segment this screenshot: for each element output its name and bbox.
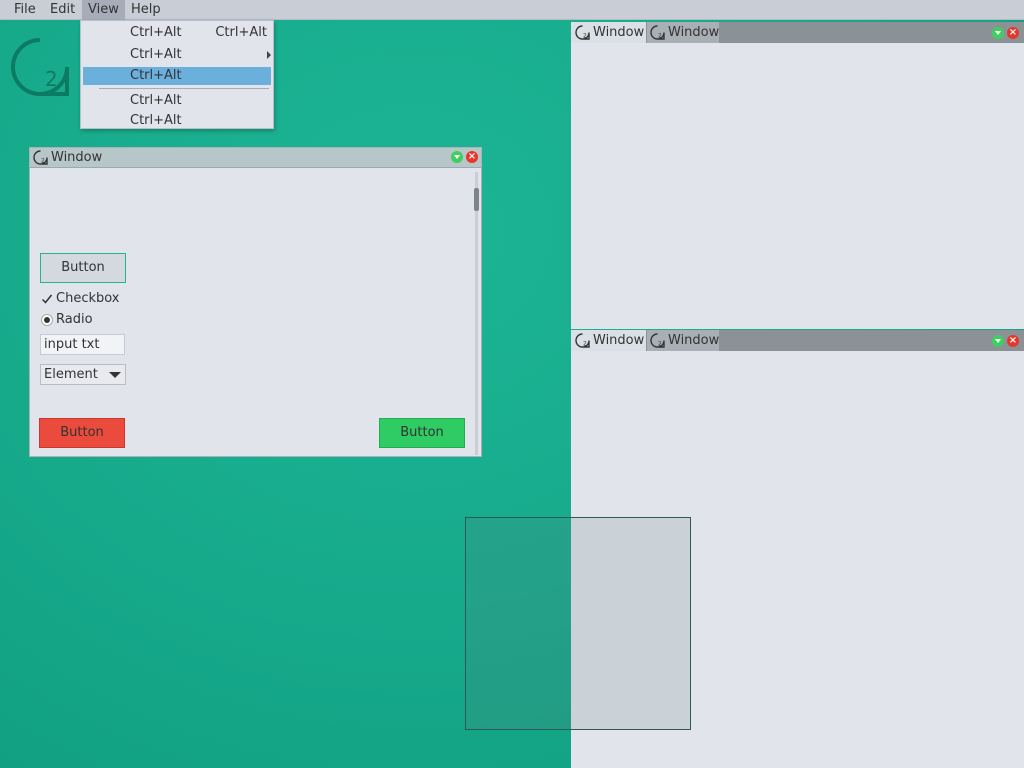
red-button[interactable]: Button [39,418,125,448]
logo-text: 2 [45,67,58,91]
docked-window-top: 2 Window 2 Window × [571,22,1024,329]
tab-window-2[interactable]: 2 Window [647,22,719,43]
dock-tab-bar: 2 Window 2 Window × [571,330,1024,351]
svg-text:2: 2 [658,33,662,40]
element-select[interactable]: Element [40,364,126,385]
svg-text:2: 2 [583,341,587,348]
chevron-down-icon [109,372,121,378]
tab-title: Window [593,25,645,40]
radio-dot-icon [41,314,53,326]
select-value: Element [44,367,98,382]
tab-title: Window [668,333,720,348]
menu-item-4[interactable]: Ctrl+Alt [83,92,271,110]
menu-edit[interactable]: Edit [44,0,81,20]
menu-file[interactable]: File [8,0,42,20]
menu-item-3[interactable]: Ctrl+Alt [83,67,271,85]
menu-view[interactable]: View [82,0,125,20]
minimize-icon[interactable] [451,151,463,163]
radio-label: Radio [56,312,93,327]
minimize-icon[interactable] [992,335,1004,347]
menu-item-label: Ctrl+Alt [130,47,182,62]
green-button[interactable]: Button [379,418,465,448]
view-menu-dropdown: Ctrl+Alt Ctrl+Alt Ctrl+Alt Ctrl+Alt Ctrl… [80,20,274,129]
tab-title: Window [668,25,720,40]
window-logo-icon: 2 [33,150,48,165]
window-logo-icon: 2 [575,333,590,348]
svg-text:2: 2 [658,341,662,348]
menu-item-label: Ctrl+Alt [130,113,182,128]
floating-window: 2 Window × Button Checkbox Radio Element… [29,147,482,457]
window-logo-icon: 2 [650,333,665,348]
checkbox-label: Checkbox [56,291,120,306]
menu-bar: File Edit View Help [0,0,1024,20]
app-logo: 2 [11,38,69,96]
menu-item-shortcut: Ctrl+Alt [215,25,267,40]
svg-text:2: 2 [583,33,587,40]
scrollbar-track[interactable] [475,172,478,455]
menu-item-label: Ctrl+Alt [130,25,182,40]
menu-item-2[interactable]: Ctrl+Alt [83,46,271,64]
window-titlebar[interactable]: 2 Window × [30,148,481,168]
main-button[interactable]: Button [40,253,126,283]
close-icon[interactable]: × [1007,27,1019,39]
window-title: Window [51,150,103,165]
menu-help[interactable]: Help [125,0,167,20]
menu-item-5[interactable]: Ctrl+Alt [83,112,271,130]
tab-window-1[interactable]: 2 Window [571,330,646,351]
window-logo-icon: 2 [575,25,590,40]
menu-item-1[interactable]: Ctrl+Alt Ctrl+Alt [83,24,271,42]
menu-item-label: Ctrl+Alt [130,68,182,83]
checkmark-icon [41,294,53,304]
submenu-arrow-icon [267,51,271,59]
window-logo-icon: 2 [650,25,665,40]
tab-window-2[interactable]: 2 Window [647,330,719,351]
tab-title: Window [593,333,645,348]
dock-tab-bar: 2 Window 2 Window × [571,22,1024,43]
selection-rectangle[interactable] [465,517,691,730]
menu-item-label: Ctrl+Alt [130,93,182,108]
text-input[interactable] [40,334,125,355]
close-icon[interactable]: × [1007,335,1019,347]
tab-window-1[interactable]: 2 Window [571,22,646,43]
scrollbar-thumb[interactable] [474,188,479,211]
svg-text:2: 2 [41,158,45,165]
minimize-icon[interactable] [992,27,1004,39]
close-icon[interactable]: × [466,151,478,163]
menu-separator [99,88,269,89]
